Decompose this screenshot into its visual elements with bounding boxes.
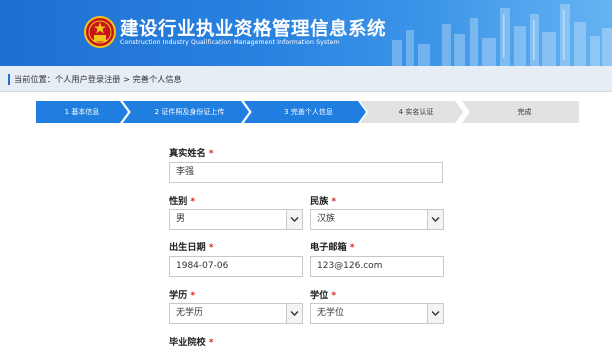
system-title: 建设行业执业资格管理信息系统 — [120, 19, 387, 40]
step-1-basic-info: 1 基本信息 — [36, 101, 128, 123]
education-label: 学历 * — [169, 287, 195, 301]
real-name-label-text: 真实姓名 — [169, 148, 206, 159]
required-mark: * — [208, 148, 214, 159]
degree-select[interactable]: 无学位 — [310, 303, 444, 324]
birth-date-label: 出生日期 * — [169, 239, 214, 253]
degree-label: 学位 * — [310, 287, 336, 301]
step-5-complete: 完成 — [462, 101, 579, 123]
system-subtitle: Construction Industry Qualification Mana… — [120, 39, 340, 46]
school-label: 毕业院校 * — [169, 334, 214, 348]
ethnicity-label-text: 民族 — [310, 196, 329, 207]
ethnicity-label: 民族 * — [310, 193, 336, 207]
step-3-profile: 3 完善个人信息 — [243, 101, 366, 123]
step-5-label: 完成 — [517, 108, 532, 116]
email-input[interactable]: 123@126.com — [310, 256, 444, 277]
birth-date-label-text: 出生日期 — [169, 242, 206, 253]
degree-select-value: 无学位 — [317, 308, 345, 318]
school-label-text: 毕业院校 — [169, 337, 206, 348]
city-skyline-graphic — [392, 4, 612, 66]
gender-select-value: 男 — [176, 214, 186, 224]
required-mark: * — [190, 290, 196, 301]
header-banner: 建设行业执业资格管理信息系统 Construction Industry Qua… — [0, 0, 612, 66]
chevron-down-icon[interactable] — [427, 304, 443, 323]
required-mark: * — [331, 290, 337, 301]
gender-label-text: 性别 — [169, 196, 188, 207]
step-2-label: 2 证件照及身份证上传 — [154, 108, 225, 116]
step-1-label: 1 基本信息 — [64, 108, 100, 116]
step-4-verification: 4 实名认证 — [360, 101, 464, 123]
degree-label-text: 学位 — [310, 290, 329, 301]
real-name-label: 真实姓名 * — [169, 145, 214, 159]
education-select[interactable]: 无学历 — [169, 303, 303, 324]
breadcrumb-item-profile: 完善个人信息 — [132, 74, 182, 84]
required-mark: * — [208, 337, 214, 348]
birth-date-input[interactable]: 1984-07-06 — [169, 256, 303, 277]
chevron-down-icon[interactable] — [286, 304, 302, 323]
gender-select[interactable]: 男 — [169, 209, 303, 230]
national-emblem-icon — [84, 16, 116, 48]
required-mark: * — [190, 196, 196, 207]
ethnicity-select[interactable]: 汉族 — [310, 209, 444, 230]
step-3-label: 3 完善个人信息 — [284, 108, 333, 116]
breadcrumb-item-register[interactable]: 个人用户登录注册 — [55, 74, 121, 84]
step-2-id-upload: 2 证件照及身份证上传 — [122, 101, 249, 123]
breadcrumb-prefix: 当前位置： — [14, 74, 55, 84]
step-4-label: 4 实名认证 — [398, 108, 434, 116]
email-label: 电子邮箱 * — [310, 239, 355, 253]
gender-label: 性别 * — [169, 193, 195, 207]
required-mark: * — [331, 196, 337, 207]
education-label-text: 学历 — [169, 290, 188, 301]
chevron-down-icon[interactable] — [286, 210, 302, 229]
real-name-input[interactable]: 李强 — [169, 162, 443, 183]
chevron-down-icon[interactable] — [427, 210, 443, 229]
breadcrumb: 当前位置：个人用户登录注册 > 完善个人信息 — [0, 66, 612, 92]
email-label-text: 电子邮箱 — [310, 242, 347, 253]
education-select-value: 无学历 — [176, 308, 204, 318]
required-mark: * — [349, 242, 355, 253]
breadcrumb-separator: > — [123, 74, 130, 84]
step-progress: 1 基本信息 2 证件照及身份证上传 3 完善个人信息 4 实名认证 完成 — [36, 101, 579, 123]
required-mark: * — [208, 242, 214, 253]
ethnicity-select-value: 汉族 — [317, 214, 336, 224]
breadcrumb-text: 当前位置：个人用户登录注册 > 完善个人信息 — [14, 73, 182, 85]
breadcrumb-marker — [8, 74, 10, 85]
